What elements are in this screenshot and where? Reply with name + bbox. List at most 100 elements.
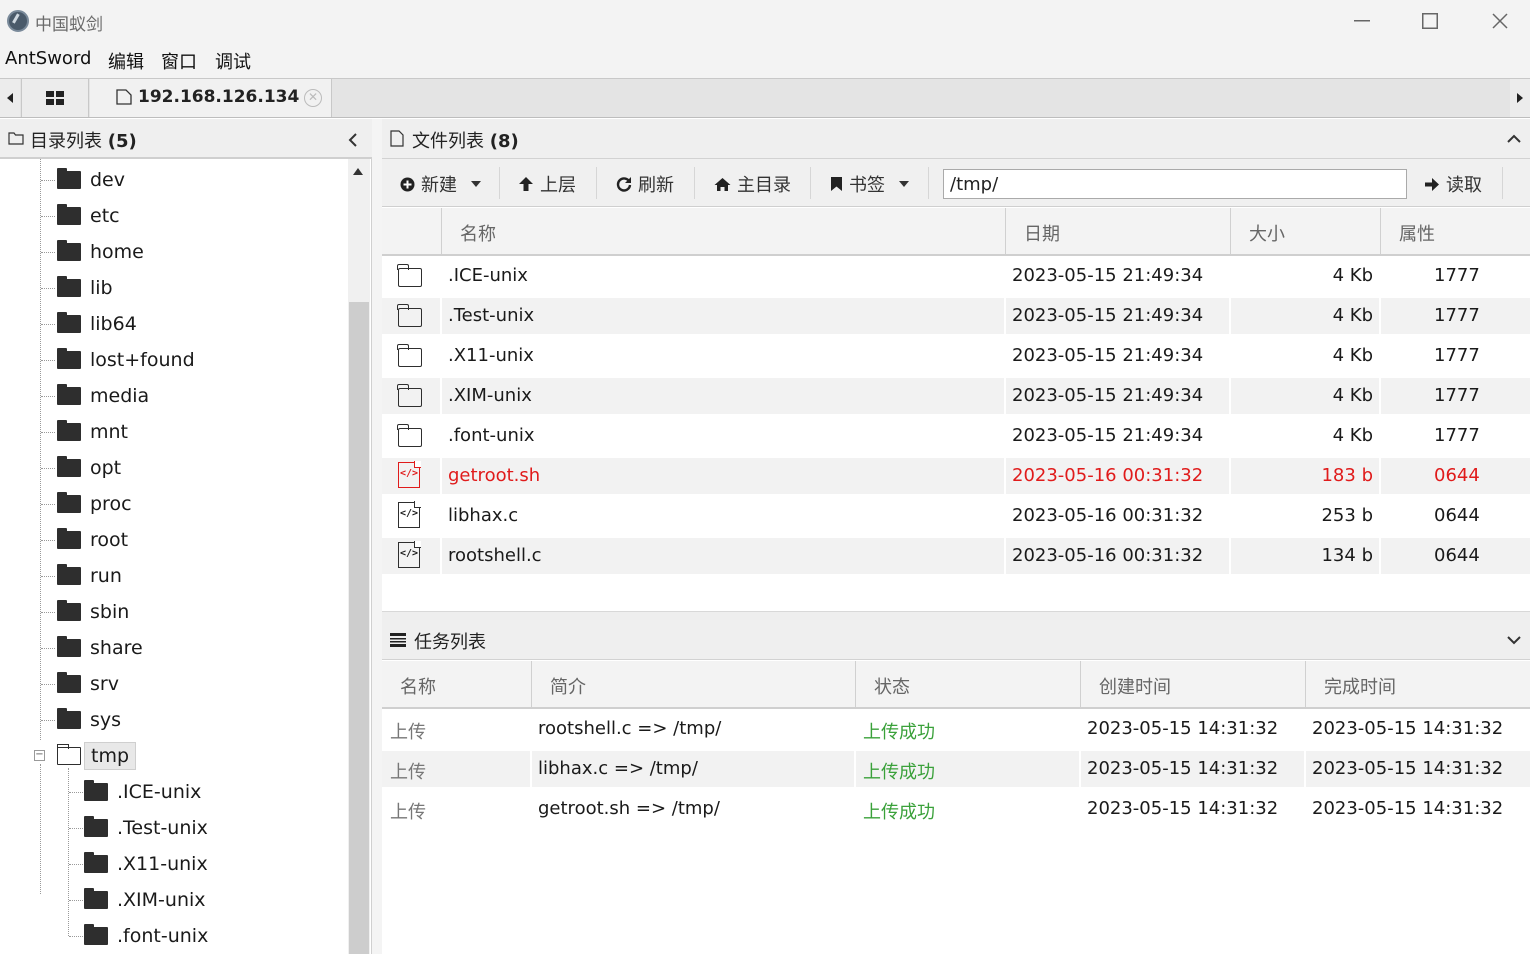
vertical-splitter[interactable]: [372, 119, 382, 954]
window-title: 中国蚁剑: [35, 15, 103, 35]
collapse-left-icon[interactable]: [348, 133, 358, 147]
tree-branch-line: [41, 324, 55, 325]
file-row[interactable]: </> getroot.sh 2023-05-16 00:31:32 183 b 064…: [382, 458, 1530, 494]
file-size: 183 b: [1321, 465, 1373, 486]
up-button[interactable]: 上层: [518, 171, 576, 197]
tree-item-child[interactable]: .ICE-unix: [84, 774, 201, 810]
menu-window[interactable]: 窗口: [161, 48, 197, 74]
col-attr[interactable]: 属性: [1380, 208, 1530, 254]
tree-item-child[interactable]: .Test-unix: [84, 810, 208, 846]
task-row[interactable]: 上传 getroot.sh => /tmp/上传成功 2023-05-15 14:3…: [382, 791, 1530, 827]
tree-item-label: lost+found: [90, 349, 195, 371]
tab-scroll-right-button[interactable]: [1510, 79, 1530, 117]
task-col-name[interactable]: 名称: [382, 661, 531, 707]
code-file-icon: </>: [398, 501, 421, 528]
plus-circle-icon: [400, 177, 415, 191]
new-button-label: 新建: [421, 175, 457, 196]
tree-item-run[interactable]: run: [57, 558, 122, 594]
read-button[interactable]: 读取: [1424, 171, 1482, 197]
tree-item-home[interactable]: home: [57, 234, 144, 270]
folder-icon: [84, 816, 108, 837]
home-dir-button[interactable]: 主目录: [714, 171, 791, 197]
task-col-created[interactable]: 创建时间: [1080, 661, 1305, 707]
tree-item-lostfound[interactable]: lost+found: [57, 342, 195, 378]
task-panel-title: 任务列表: [414, 632, 486, 653]
task-row[interactable]: 上传 rootshell.c => /tmp/上传成功 2023-05-15 14:…: [382, 711, 1530, 747]
file-row[interactable]: </> rootshell.c 2023-05-16 00:31:32 134 b 06…: [382, 538, 1530, 574]
file-date: 2023-05-15 21:49:34: [1012, 385, 1204, 406]
tree-item-proc[interactable]: proc: [57, 486, 132, 522]
collapse-up-icon[interactable]: [1507, 134, 1521, 143]
menu-edit[interactable]: 编辑: [108, 48, 144, 74]
caret-right-icon: [1517, 93, 1523, 103]
tree-item-media[interactable]: media: [57, 378, 149, 414]
path-input[interactable]: [943, 169, 1407, 199]
task-col-done[interactable]: 完成时间: [1305, 661, 1530, 707]
tree-branch-line: [41, 720, 55, 721]
tree-item-child[interactable]: .X11-unix: [84, 846, 208, 882]
task-col-desc[interactable]: 简介: [531, 661, 855, 707]
file-attr: 0644: [1434, 505, 1480, 526]
directory-scrollbar[interactable]: [348, 159, 370, 954]
menu-debug[interactable]: 调试: [215, 48, 251, 74]
maximize-button[interactable]: [1394, 0, 1466, 42]
close-window-button[interactable]: [1464, 0, 1530, 42]
tab-host[interactable]: 192.168.126.134 ✕: [90, 79, 332, 117]
task-done: 2023-05-15 14:31:32: [1312, 798, 1504, 819]
file-attr: 1777: [1434, 265, 1480, 286]
directory-count: (5): [107, 131, 137, 152]
tab-home-grid[interactable]: [21, 79, 89, 117]
tree-item-sbin[interactable]: sbin: [57, 594, 129, 630]
tree-branch-line: [41, 180, 55, 181]
col-date[interactable]: 日期: [1005, 208, 1230, 254]
refresh-button[interactable]: 刷新: [616, 171, 674, 197]
folder-icon: [84, 924, 108, 945]
file-row[interactable]: .ICE-unix 2023-05-15 21:49:34 4 Kb 1777: [382, 258, 1530, 294]
folder-icon: [57, 600, 81, 621]
tree-item-label: .ICE-unix: [117, 781, 202, 803]
folder-icon: [57, 384, 81, 405]
tree-collapse-toggle[interactable]: −: [34, 750, 45, 761]
folder-icon: [57, 240, 81, 261]
tree-item-lib[interactable]: lib: [57, 270, 113, 306]
file-name: .font-unix: [448, 425, 535, 446]
tree-item-mnt[interactable]: mnt: [57, 414, 128, 450]
scrollbar-thumb[interactable]: [349, 302, 369, 954]
col-size[interactable]: 大小: [1230, 208, 1380, 254]
col-name[interactable]: 名称: [441, 208, 1005, 254]
tree-item-opt[interactable]: opt: [57, 450, 121, 486]
menu-antsword[interactable]: AntSword: [5, 48, 91, 69]
task-status: 上传成功: [863, 722, 935, 743]
tab-close-icon[interactable]: ✕: [304, 89, 322, 107]
bookmark-icon: [831, 177, 842, 191]
file-row[interactable]: </> libhax.c 2023-05-16 00:31:32 253 b 0644: [382, 498, 1530, 534]
tree-item-child[interactable]: .XIM-unix: [84, 882, 206, 918]
file-size: 4 Kb: [1332, 385, 1373, 406]
tree-item-dev[interactable]: dev: [57, 162, 125, 198]
tree-item-label: home: [90, 241, 144, 263]
task-row[interactable]: 上传 libhax.c => /tmp/上传成功 2023-05-15 14:31:…: [382, 751, 1530, 787]
tree-item-srv[interactable]: srv: [57, 666, 119, 702]
tree-item-sys[interactable]: sys: [57, 702, 121, 738]
tree-item-root[interactable]: root: [57, 522, 128, 558]
bookmark-button[interactable]: 书签: [830, 171, 909, 197]
task-col-status[interactable]: 状态: [855, 661, 1080, 707]
tree-item-lib64[interactable]: lib64: [57, 306, 137, 342]
arrow-right-icon: [1425, 177, 1439, 191]
file-row[interactable]: .XIM-unix 2023-05-15 21:49:34 4 Kb 1777: [382, 378, 1530, 414]
horizontal-splitter[interactable]: [382, 611, 1530, 620]
code-file-icon: </>: [398, 461, 421, 488]
tree-item-share[interactable]: share: [57, 630, 143, 666]
minimize-button[interactable]: [1326, 0, 1398, 42]
file-row[interactable]: .X11-unix 2023-05-15 21:49:34 4 Kb 1777: [382, 338, 1530, 374]
file-row[interactable]: .Test-unix 2023-05-15 21:49:34 4 Kb 1777: [382, 298, 1530, 334]
tree-item-child[interactable]: .font-unix: [84, 918, 208, 954]
new-button[interactable]: 新建: [400, 171, 481, 197]
scroll-up-icon[interactable]: [353, 168, 363, 175]
file-row[interactable]: .font-unix 2023-05-15 21:49:34 4 Kb 1777: [382, 418, 1530, 454]
collapse-down-icon[interactable]: [1507, 636, 1521, 645]
tab-scroll-left-button[interactable]: [0, 79, 20, 117]
task-desc: rootshell.c => /tmp/: [538, 718, 722, 739]
tree-branch-line: [41, 576, 55, 577]
tree-item-etc[interactable]: etc: [57, 198, 120, 234]
